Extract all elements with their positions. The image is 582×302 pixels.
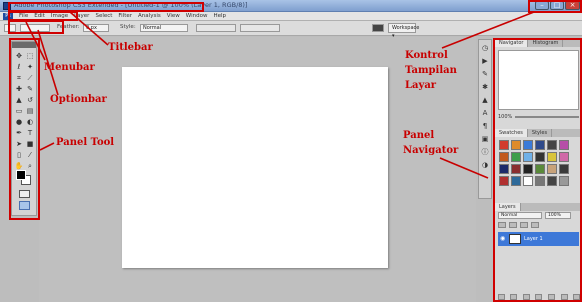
label-panel-tool: Panel Tool <box>56 137 115 148</box>
foreground-color-swatch[interactable] <box>16 170 26 180</box>
panel-tool-highlight <box>9 38 40 220</box>
workspace-button[interactable]: Workspace ▾ <box>388 23 419 39</box>
actions-icon[interactable]: ▶ <box>480 56 490 66</box>
style-label: Style: <box>120 24 136 30</box>
brushes-icon[interactable]: ✱ <box>480 82 490 92</box>
label-optionbar: Optionbar <box>50 94 107 105</box>
clone-source-icon[interactable]: ▲ <box>480 95 490 105</box>
layer-comps-icon[interactable]: ▣ <box>480 134 490 144</box>
menu-bar: Ps File Edit Image Layer Select Filter A… <box>0 12 582 21</box>
menu-item-select[interactable]: Select <box>92 12 115 21</box>
menu-item-filter[interactable]: Filter <box>115 12 135 21</box>
history-icon[interactable]: ◷ <box>480 43 490 53</box>
style-select[interactable]: Normal <box>140 24 188 32</box>
label-navigator-line1: Panel <box>403 130 435 141</box>
character-icon[interactable]: A <box>480 108 490 118</box>
label-kontrol-line1: Kontrol <box>405 50 448 61</box>
menu-item-analysis[interactable]: Analysis <box>135 12 164 21</box>
paragraph-icon[interactable]: ¶ <box>480 121 490 131</box>
color-icon[interactable]: ◑ <box>480 160 490 170</box>
collapsed-panels-strip: ◷ ▶ ✎ ✱ ▲ A ¶ ▣ ⓘ ◑ <box>478 39 492 199</box>
label-kontrol-line3: Layar <box>405 80 437 91</box>
tool-presets-icon[interactable]: ✎ <box>480 69 490 79</box>
info-icon[interactable]: ⓘ <box>480 147 490 157</box>
width-input[interactable] <box>196 24 236 32</box>
menu-item-help[interactable]: Help <box>210 12 229 21</box>
height-input[interactable] <box>240 24 280 32</box>
label-navigator-line2: Navigator <box>403 145 459 156</box>
menu-item-window[interactable]: Window <box>183 12 211 21</box>
feather-input[interactable]: 0 px <box>83 24 109 32</box>
label-titlebar: Titlebar <box>108 42 153 53</box>
window-controls-highlight <box>528 0 582 13</box>
optionbar-highlight <box>8 20 64 34</box>
label-menubar: Menubar <box>44 62 95 73</box>
right-panels-highlight <box>493 38 582 302</box>
document-canvas[interactable] <box>122 67 388 268</box>
brush-panel-icon[interactable] <box>372 24 384 32</box>
label-kontrol-line2: Tampilan <box>405 65 457 76</box>
options-bar: Feather: 0 px Style: Normal Workspace ▾ <box>0 21 582 39</box>
menu-item-view[interactable]: View <box>164 12 183 21</box>
